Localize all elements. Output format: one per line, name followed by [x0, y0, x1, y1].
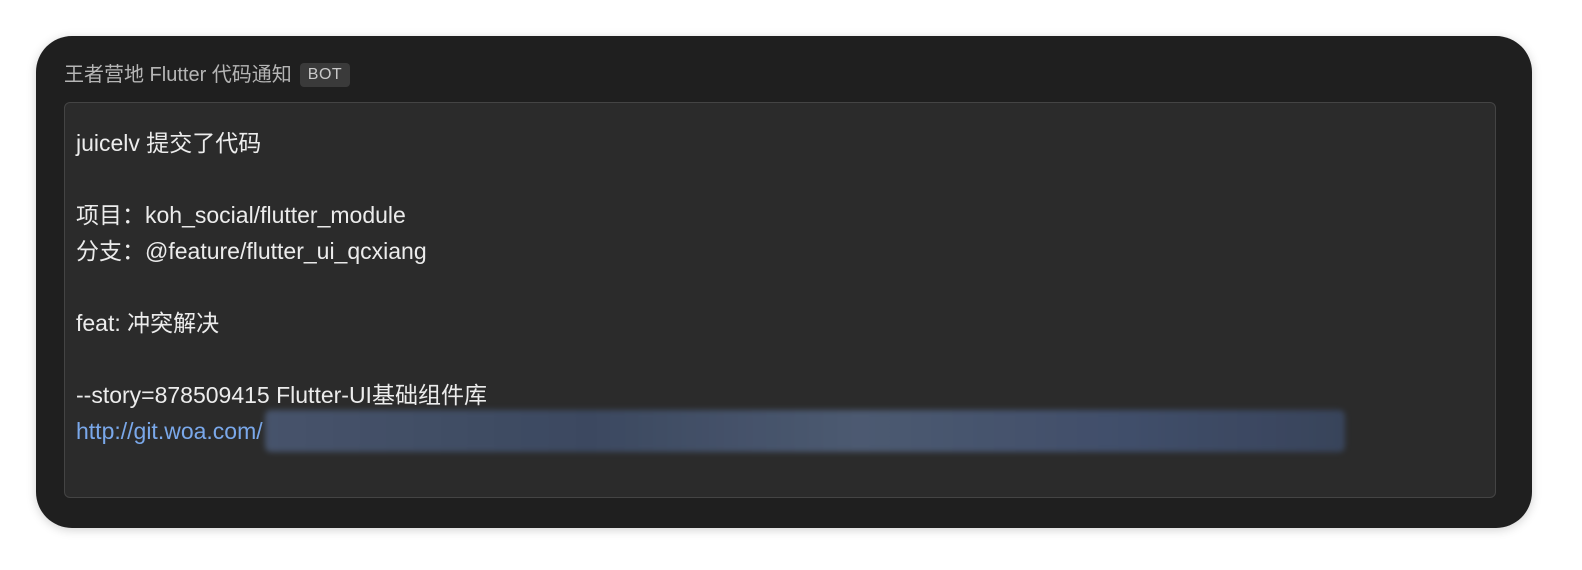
message-window: 王者营地 Flutter 代码通知 BOT juicelv 提交了代码 项目：k…	[36, 36, 1532, 528]
project-line: 项目：koh_social/flutter_module	[76, 202, 406, 228]
message-body: juicelv 提交了代码 项目：koh_social/flutter_modu…	[76, 125, 1476, 452]
redacted-blur	[264, 410, 1345, 452]
story-line: --story=878509415 Flutter-UI基础组件库	[76, 382, 487, 408]
commit-message: feat: 冲突解决	[76, 310, 220, 336]
sender-name[interactable]: 王者营地 Flutter 代码通知	[64, 62, 292, 88]
message-header: 王者营地 Flutter 代码通知 BOT	[64, 62, 351, 88]
branch-line: 分支：@feature/flutter_ui_qcxiang	[76, 238, 427, 264]
commit-title: juicelv 提交了代码	[76, 130, 262, 156]
message-card[interactable]: juicelv 提交了代码 项目：koh_social/flutter_modu…	[64, 102, 1496, 498]
link-row: http://git.woa.com/	[76, 410, 1476, 452]
commit-link[interactable]: http://git.woa.com/	[76, 413, 263, 449]
bot-badge: BOT	[299, 63, 351, 87]
